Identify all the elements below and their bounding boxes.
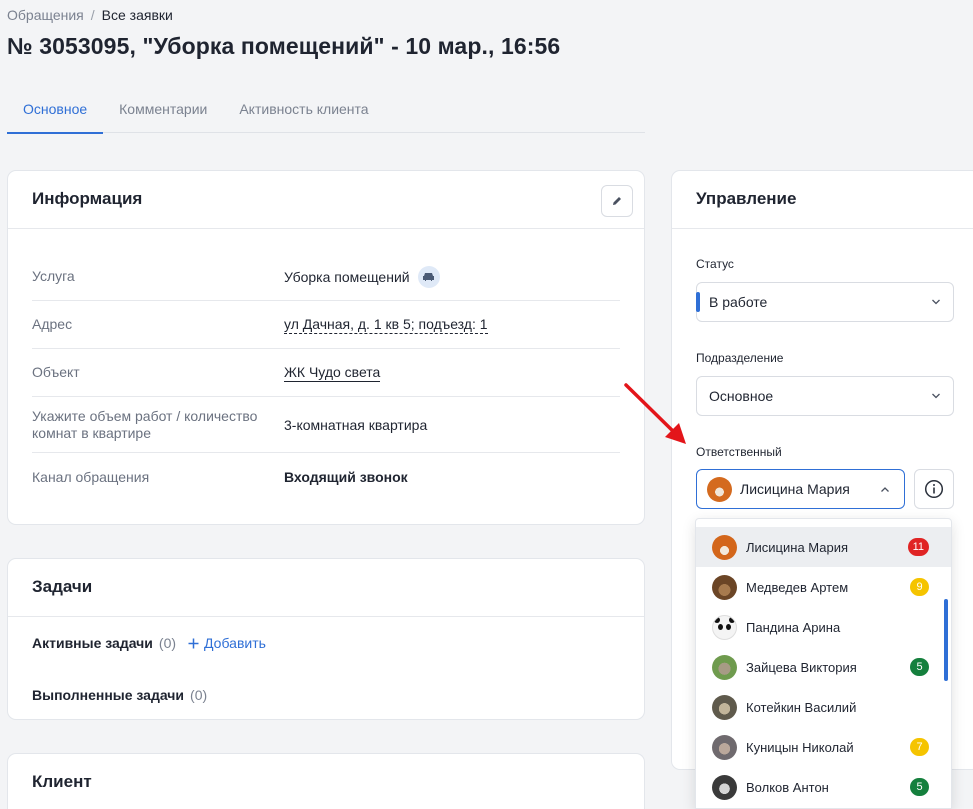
assignee-option-name: Лисицина Мария: [746, 539, 849, 555]
info-label: Услуга: [32, 268, 75, 284]
info-value: ЖК Чудо света: [284, 364, 381, 382]
assignee-option-name: Куницын Николай: [746, 739, 854, 755]
tab-comments[interactable]: Комментарии: [103, 88, 223, 133]
info-card-title: Информация: [32, 189, 143, 208]
assignee-dropdown: Лисицина Мария 11 Медведев Артем 9 Панди…: [695, 518, 952, 809]
volume-value: 3-комнатная квартира: [284, 416, 428, 433]
done-tasks: Выполненные задачи (0): [32, 687, 207, 703]
assignee-option-name: Котейкин Василий: [746, 699, 857, 715]
client-card-title: Клиент: [32, 772, 92, 791]
status-indicator: [696, 292, 700, 312]
client-card: Клиент: [7, 753, 645, 809]
object-link[interactable]: ЖК Чудо света: [284, 364, 381, 382]
status-label: Статус: [696, 257, 734, 271]
edit-button[interactable]: [601, 185, 633, 217]
info-label: Канал обращения: [32, 468, 150, 485]
assignee-option-name: Пандина Арина: [746, 619, 841, 635]
info-icon: [924, 479, 944, 499]
active-tasks-count: (0): [158, 635, 177, 651]
management-card-title: Управление: [696, 189, 797, 208]
done-tasks-label[interactable]: Выполненные задачи: [32, 687, 184, 703]
panda-avatar: [712, 614, 737, 640]
assignee-option[interactable]: Медведев Артем 9: [696, 567, 951, 607]
status-value: В работе: [709, 294, 768, 310]
service-value: Уборка помещений: [284, 268, 410, 285]
count-badge: 5: [910, 658, 929, 676]
info-rows: Услуга Уборка помещений Адрес ул Дачная,…: [8, 229, 644, 501]
division-select[interactable]: Основное: [696, 376, 954, 416]
address-link[interactable]: ул Дачная, д. 1 кв 5; подъезд: 1: [284, 316, 488, 334]
pencil-icon: [613, 197, 621, 205]
info-row-object: Объект ЖК Чудо света: [32, 349, 620, 397]
info-row-service: Услуга Уборка помещений: [32, 253, 620, 301]
tab-client-activity[interactable]: Активность клиента: [223, 88, 384, 133]
assignee-option[interactable]: Волков Антон 5: [696, 767, 951, 807]
info-row-address: Адрес ул Дачная, д. 1 кв 5; подъезд: 1: [32, 301, 620, 349]
chevron-down-icon: [932, 299, 940, 305]
add-task-label: Добавить: [204, 635, 266, 651]
hare-avatar: [712, 654, 737, 680]
breadcrumb: Обращения / Все заявки: [7, 7, 173, 23]
info-value: Уборка помещений: [284, 265, 440, 288]
assignee-label: Ответственный: [696, 445, 782, 459]
assignee-option-name: Волков Антон: [746, 779, 829, 795]
active-tasks: Активные задачи (0) Добавить: [32, 635, 266, 651]
plus-icon: [188, 638, 199, 648]
marten-avatar: [712, 734, 737, 760]
status-select[interactable]: В работе: [696, 282, 954, 322]
assignee-option[interactable]: Котейкин Василий: [696, 687, 951, 727]
info-value: 3-комнатная квартира: [284, 417, 427, 433]
info-label: Объект: [32, 364, 80, 380]
active-tasks-label[interactable]: Активные задачи: [32, 635, 153, 651]
info-row-volume: Укажите объем работ / количество комнат …: [32, 397, 620, 453]
bear-avatar: [712, 574, 737, 600]
assignee-option[interactable]: Зайцева Виктория 5: [696, 647, 951, 687]
add-task-button[interactable]: Добавить: [188, 635, 266, 651]
count-badge: 9: [910, 578, 929, 596]
tasks-card: Задачи Активные задачи (0) Добавить Выпо…: [7, 558, 645, 720]
cat-avatar: [712, 694, 737, 720]
assignee-options: Лисицина Мария 11 Медведев Артем 9 Панди…: [696, 519, 951, 807]
page-title: № 3053095, "Уборка помещений" - 10 мар.,…: [7, 33, 561, 59]
assignee-option-name: Зайцева Виктория: [746, 659, 857, 675]
client-card-header: Клиент: [8, 754, 644, 809]
chevron-down-icon: [932, 393, 940, 399]
assignee-option[interactable]: Пандина Арина: [696, 607, 951, 647]
info-card-header: Информация: [8, 171, 644, 229]
assignee-option[interactable]: Лисицина Мария 11: [696, 527, 951, 567]
assignee-select[interactable]: Лисицина Мария: [696, 469, 905, 509]
info-card: Информация Услуга Уборка помещений Адрес…: [7, 170, 645, 525]
assignee-option[interactable]: Куницын Николай 7: [696, 727, 951, 767]
tasks-card-title: Задачи: [32, 577, 93, 596]
tasks-card-header: Задачи: [8, 559, 644, 617]
car-icon: [417, 265, 440, 288]
tab-main[interactable]: Основное: [7, 88, 104, 134]
breadcrumb-current: Все заявки: [101, 7, 173, 23]
count-badge: 7: [910, 738, 929, 756]
count-badge: 5: [910, 778, 929, 796]
division-value: Основное: [709, 388, 774, 404]
breadcrumb-link-requests[interactable]: Обращения: [7, 7, 84, 23]
division-label: Подразделение: [696, 351, 784, 365]
dropdown-scrollbar[interactable]: [944, 599, 948, 681]
done-tasks-count: (0): [190, 687, 208, 703]
fox-avatar: [712, 534, 737, 560]
fox-avatar: [707, 476, 732, 502]
tab-bar: Основное Комментарии Активность клиента: [7, 88, 645, 134]
info-row-channel: Канал обращения Входящий звонок: [32, 453, 620, 501]
assignee-option-name: Медведев Артем: [746, 579, 849, 595]
breadcrumb-separator: /: [90, 7, 95, 23]
count-badge: 11: [907, 538, 929, 556]
chevron-up-icon: [881, 487, 889, 492]
management-card-header: Управление: [672, 171, 973, 229]
info-label: Укажите объем работ / количество комнат …: [32, 407, 258, 441]
assignee-info-button[interactable]: [914, 469, 954, 509]
info-value: ул Дачная, д. 1 кв 5; подъезд: 1: [284, 316, 488, 334]
assignee-value: Лисицина Мария: [740, 481, 850, 497]
annotation-arrow-icon: [624, 383, 686, 444]
channel-value: Входящий звонок: [284, 469, 408, 485]
info-label: Адрес: [32, 316, 73, 332]
info-value: Входящий звонок: [284, 469, 408, 485]
wolf-avatar: [712, 774, 737, 800]
